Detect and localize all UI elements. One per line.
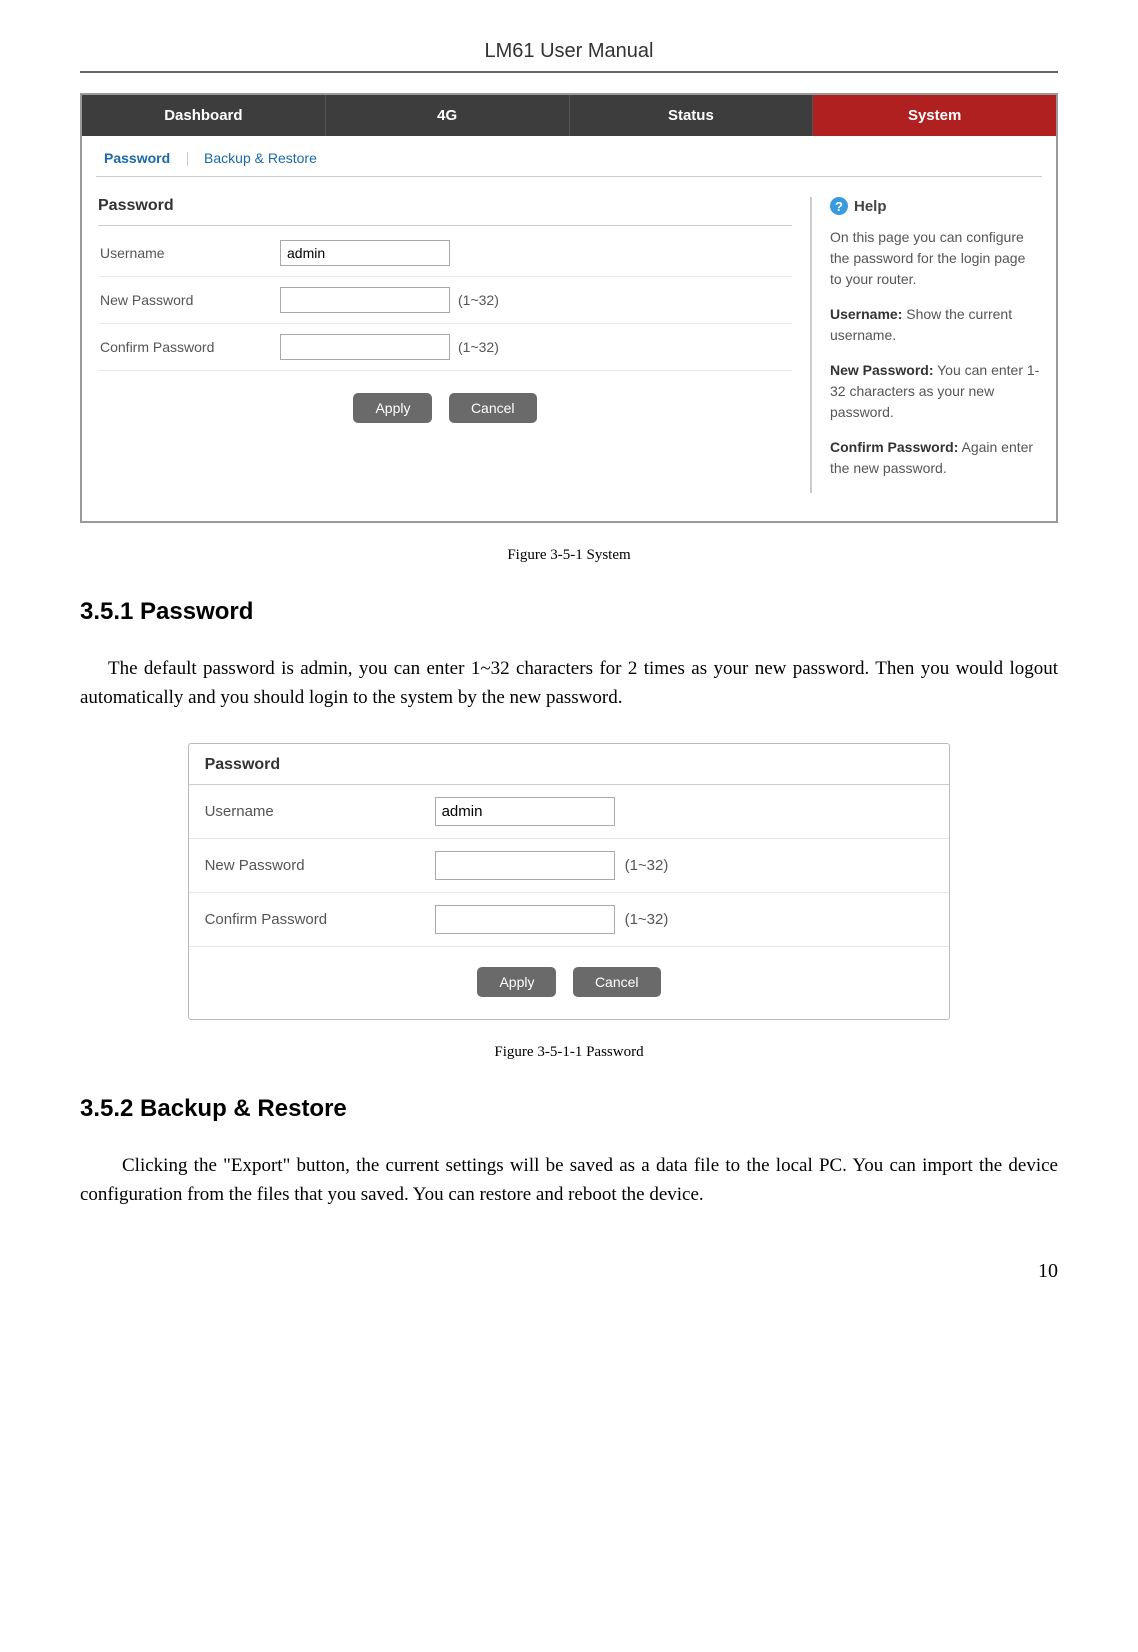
new-password-label-2: New Password xyxy=(205,857,435,874)
nav-4g[interactable]: 4G xyxy=(326,95,570,136)
button-row-2: Apply Cancel xyxy=(189,947,950,1019)
help-panel: ? Help On this page you can configure th… xyxy=(810,197,1040,493)
section-3-5-1-heading: 3.5.1 Password xyxy=(80,598,1058,626)
nav-system[interactable]: System xyxy=(813,95,1056,136)
new-password-hint: (1~32) xyxy=(458,292,499,308)
figure-3-5-1-caption: Figure 3-5-1 System xyxy=(80,547,1058,564)
new-password-hint-2: (1~32) xyxy=(625,857,669,874)
username-row: Username xyxy=(98,230,792,277)
username-input-2[interactable] xyxy=(435,797,615,826)
username-input[interactable] xyxy=(280,240,450,266)
page-number: 10 xyxy=(80,1260,1058,1283)
button-row: Apply Cancel xyxy=(98,393,792,423)
new-password-row-2: New Password (1~32) xyxy=(189,839,950,893)
section-3-5-1-body: The default password is admin, you can e… xyxy=(80,654,1058,713)
confirm-password-input-2[interactable] xyxy=(435,905,615,934)
new-password-input-2[interactable] xyxy=(435,851,615,880)
help-confirmpassword: Confirm Password: Again enter the new pa… xyxy=(830,437,1040,479)
new-password-input[interactable] xyxy=(280,287,450,313)
confirm-password-hint: (1~32) xyxy=(458,339,499,355)
top-nav-bar: Dashboard 4G Status System xyxy=(82,95,1056,136)
confirm-password-label-2: Confirm Password xyxy=(205,911,435,928)
username-label-2: Username xyxy=(205,803,435,820)
subtab-separator xyxy=(187,152,188,166)
sub-tab-bar: Password Backup & Restore xyxy=(82,136,1056,177)
username-row-2: Username xyxy=(189,785,950,839)
confirm-password-input[interactable] xyxy=(280,334,450,360)
confirm-password-row-2: Confirm Password (1~32) xyxy=(189,893,950,947)
help-username: Username: Show the current username. xyxy=(830,304,1040,346)
nav-dashboard[interactable]: Dashboard xyxy=(82,95,326,136)
nav-status[interactable]: Status xyxy=(570,95,814,136)
confirm-password-hint-2: (1~32) xyxy=(625,911,669,928)
help-title: Help xyxy=(854,198,887,215)
apply-button[interactable]: Apply xyxy=(353,393,432,423)
cancel-button[interactable]: Cancel xyxy=(449,393,537,423)
figure-3-5-1-1-caption: Figure 3-5-1-1 Password xyxy=(80,1044,1058,1061)
cancel-button-2[interactable]: Cancel xyxy=(573,967,661,997)
help-icon: ? xyxy=(830,197,848,215)
section-3-5-2-body: Clicking the "Export" button, the curren… xyxy=(80,1151,1058,1210)
panel-title-2: Password xyxy=(189,744,950,785)
help-intro: On this page you can configure the passw… xyxy=(830,227,1040,290)
help-newpassword: New Password: You can enter 1-32 charact… xyxy=(830,360,1040,423)
password-form-panel: Password Username New Password (1~32) Co… xyxy=(98,197,792,493)
confirm-password-row: Confirm Password (1~32) xyxy=(98,324,792,371)
subtab-backup-restore[interactable]: Backup & Restore xyxy=(196,146,325,170)
section-3-5-2-heading: 3.5.2 Backup & Restore xyxy=(80,1095,1058,1123)
document-header: LM61 User Manual xyxy=(80,40,1058,73)
system-password-screenshot: Dashboard 4G Status System Password Back… xyxy=(80,93,1058,523)
apply-button-2[interactable]: Apply xyxy=(477,967,556,997)
username-label: Username xyxy=(100,245,280,261)
new-password-row: New Password (1~32) xyxy=(98,277,792,324)
confirm-password-label: Confirm Password xyxy=(100,339,280,355)
password-form-screenshot: Password Username New Password (1~32) Co… xyxy=(188,743,951,1020)
panel-title: Password xyxy=(98,197,792,226)
subtab-password[interactable]: Password xyxy=(96,146,178,170)
new-password-label: New Password xyxy=(100,292,280,308)
